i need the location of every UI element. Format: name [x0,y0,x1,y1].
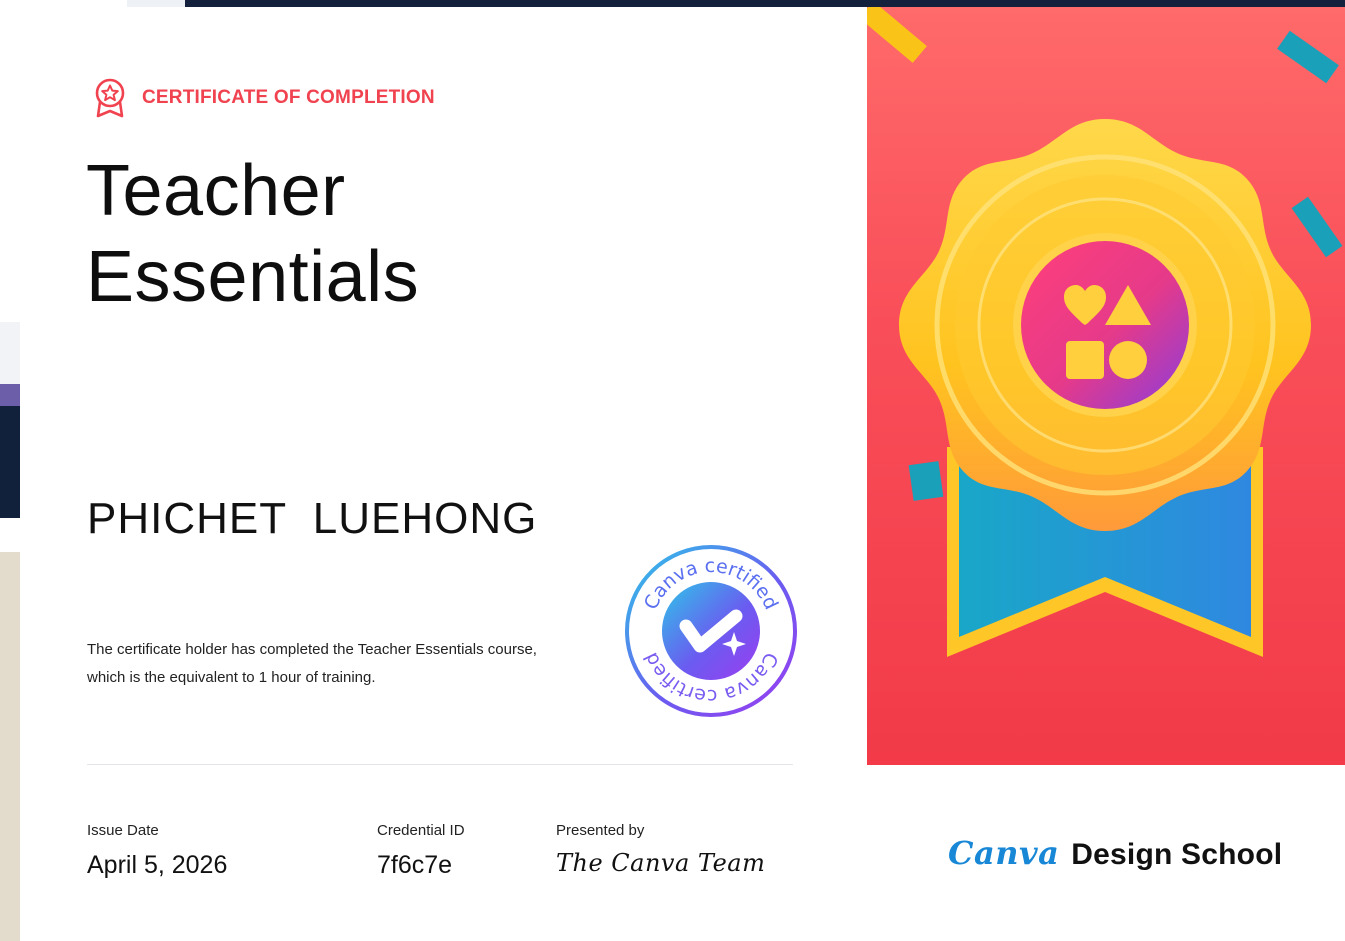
left-edge-strip [0,552,20,941]
canva-certified-stamp: Canva certified Canva certified [624,544,798,723]
confetti [908,461,944,501]
left-edge-strip [0,406,20,518]
credential-id-block: Credential ID 7f6c7e [377,822,465,880]
left-edge-strip [0,384,20,406]
holder-name: PHICHET LUEHONG [87,494,538,543]
certificate-description: The certificate holder has completed the… [87,641,537,686]
course-title-line: Essentials [86,237,420,317]
presented-by-block: Presented by The Canva Team [556,822,765,877]
course-title-line: Teacher [86,151,346,231]
certificate-eyebrow: CERTIFICATE OF COMPLETION [92,78,435,118]
top-bar [185,0,1345,7]
canva-logo: Canva [948,834,1060,872]
gold-medal-illustration [867,7,1343,657]
issue-date-label: Issue Date [87,822,159,839]
medal-panel [867,7,1345,765]
issue-date-value: April 5, 2026 [87,851,228,879]
top-bar-light [127,0,185,7]
section-divider [87,764,793,765]
presenter-signature: The Canva Team [556,849,766,877]
confetti [1277,30,1339,84]
course-title: Teacher Essentials [86,148,419,320]
canva-design-school-brand: Canva Design School [948,834,1282,872]
issue-date-block: Issue Date April 5, 2026 [87,822,227,880]
credential-id-value: 7f6c7e [377,851,453,879]
left-edge-strip [0,322,20,384]
design-school-label: Design School [1071,838,1283,871]
credential-id-label: Credential ID [377,822,465,839]
presented-by-label: Presented by [556,822,645,839]
confetti [1291,196,1343,258]
confetti [867,7,927,63]
award-ribbon-icon [95,78,125,118]
certificate-type-label: CERTIFICATE OF COMPLETION [142,87,435,108]
